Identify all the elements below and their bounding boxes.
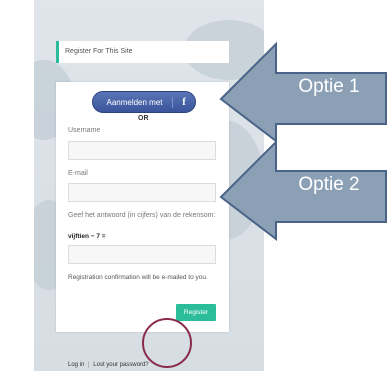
facebook-login-button[interactable]: Aanmelden met f <box>92 91 196 113</box>
page-title: Register For This Site <box>56 41 229 63</box>
email-label: E-mail <box>68 170 88 177</box>
username-input[interactable] <box>68 141 216 160</box>
captcha-question: vijftien − 7 = <box>68 233 106 240</box>
email-input[interactable] <box>68 183 216 202</box>
arrow-option-2: Optie 2 <box>219 140 388 241</box>
facebook-login-label: Aanmelden met <box>106 97 163 107</box>
arrow-label-option-2: Optie 2 <box>298 174 360 195</box>
lost-password-link[interactable]: Lost your password? <box>93 362 148 368</box>
login-link[interactable]: Log in <box>68 362 84 368</box>
circle-decoration <box>142 318 192 368</box>
or-divider: OR <box>138 115 149 122</box>
arrow-option-1: Optie 1 <box>219 42 388 143</box>
captcha-label: Geef het antwoord (in cijfers) van de re… <box>68 212 216 219</box>
footer-links: Log in | Lost your password? <box>68 362 149 368</box>
confirmation-note: Registration confirmation will be e-mail… <box>68 274 208 281</box>
arrow-label-option-1: Optie 1 <box>298 76 360 97</box>
register-button[interactable]: Register <box>176 304 216 321</box>
username-label: Username <box>68 127 101 134</box>
facebook-icon: f <box>172 96 195 108</box>
captcha-input[interactable] <box>68 245 216 264</box>
footer-separator: | <box>88 362 90 368</box>
